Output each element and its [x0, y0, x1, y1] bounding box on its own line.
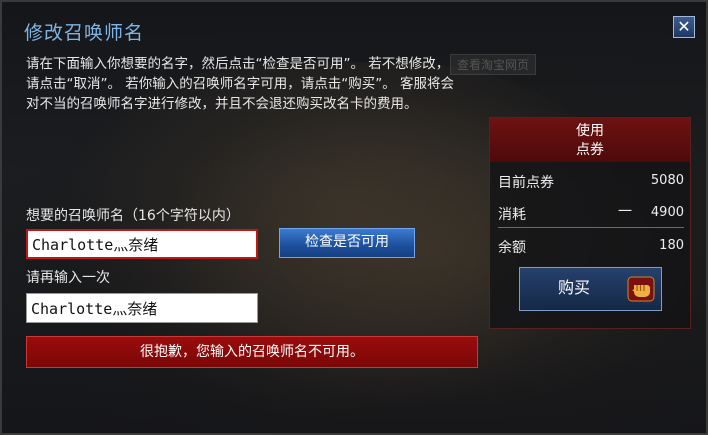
dialog-title: 修改召唤师名	[24, 22, 145, 44]
background-ghost-text: 查看淘宝网页	[450, 54, 537, 75]
balance-value: 5080	[650, 173, 684, 188]
remaining-label: 余额	[498, 240, 526, 256]
purchase-panel: 使用 点券 目前点券 5080 消耗 一 4900 余额 180 购买	[489, 117, 691, 329]
desired-name-label: 想要的召唤师名（16个字符以内）	[26, 208, 240, 224]
close-button[interactable]: ✕	[673, 16, 695, 38]
balance-label: 目前点券	[498, 175, 554, 191]
cost-minus-sign: 一	[618, 204, 632, 220]
fist-icon	[627, 276, 655, 302]
instructions-text: 请在下面输入你想要的名字，然后点击“检查是否可用”。 若不想修改，请点击“取消”…	[26, 56, 455, 112]
close-icon: ✕	[677, 17, 691, 36]
desired-name-input[interactable]	[26, 229, 258, 259]
panel-header: 使用 点券	[490, 118, 690, 162]
cost-label: 消耗	[498, 207, 526, 223]
panel-header-line1: 使用	[576, 123, 604, 139]
panel-divider	[498, 227, 684, 228]
remaining-value: 180	[659, 238, 684, 253]
balance-row: 目前点券 5080	[498, 166, 684, 194]
buy-button-label: 购买	[558, 278, 591, 297]
check-availability-button[interactable]: 检查是否可用	[279, 228, 415, 258]
confirm-name-label: 请再输入一次	[26, 270, 110, 286]
cost-row: 消耗 一 4900	[498, 198, 684, 226]
error-message: 很抱歉，您输入的召唤师名不可用。	[26, 336, 478, 368]
cost-value: 4900	[650, 205, 684, 220]
panel-header-line2: 点券	[576, 142, 604, 158]
rename-dialog: 修改召唤师名 ✕ 查看淘宝网页 请在下面输入你想要的名字，然后点击“检查是否可用…	[0, 0, 708, 435]
remaining-row: 余额 180	[498, 231, 684, 259]
confirm-name-input[interactable]	[26, 293, 258, 323]
buy-button[interactable]: 购买	[519, 267, 662, 311]
